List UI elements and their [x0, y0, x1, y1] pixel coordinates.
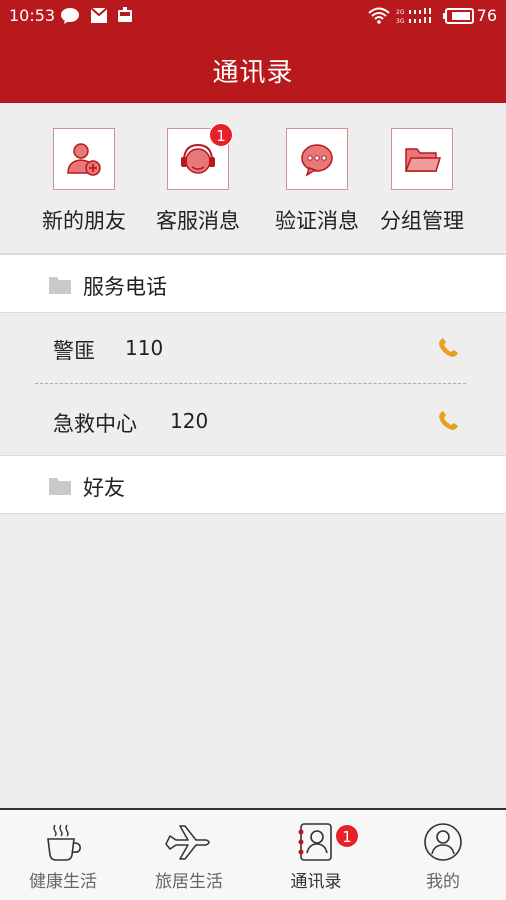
quick-action-group-management[interactable]: 分组管理 [367, 128, 477, 235]
contacts-book-icon [298, 823, 332, 861]
tab-mine[interactable]: 我的 [380, 810, 506, 900]
quick-action-new-friends[interactable]: 新的朋友 [29, 128, 139, 235]
phone-icon[interactable] [436, 409, 460, 433]
tab-label: 我的 [426, 872, 460, 892]
contact-number: 120 [170, 409, 209, 433]
tab-label: 健康生活 [29, 872, 97, 892]
quick-action-label: 验证消息 [275, 209, 359, 233]
group-header-friends[interactable]: 好友 [0, 455, 506, 514]
contact-row[interactable]: 警匪 110 [0, 314, 506, 382]
message-icon [301, 144, 333, 177]
quick-action-box [53, 128, 115, 190]
contact-number: 110 [125, 336, 164, 360]
group-title: 好友 [83, 476, 125, 500]
bottom-tab-bar: 健康生活 旅居生活 1 通讯录 我的 [0, 808, 506, 900]
airplane-icon [165, 825, 210, 860]
group-header-service-phones[interactable]: 服务电话 [0, 254, 506, 313]
battery-icon [443, 8, 474, 24]
tab-label: 通讯录 [290, 872, 342, 892]
divider [35, 383, 466, 384]
quick-action-box [286, 128, 348, 190]
folder-icon [49, 478, 71, 495]
add-user-icon [67, 143, 101, 176]
chat-icon [61, 8, 79, 24]
contact-name: 急救中心 [53, 412, 137, 436]
quick-action-box [391, 128, 453, 190]
tab-travel-life[interactable]: 旅居生活 [126, 810, 252, 900]
wifi-icon [368, 7, 390, 24]
tab-health-life[interactable]: 健康生活 [0, 810, 126, 900]
phone-icon[interactable] [436, 336, 460, 360]
battery-level: 76 [476, 6, 497, 25]
tab-label: 旅居生活 [155, 872, 223, 892]
status-bar: 10:53 2G 3G 76 [0, 0, 506, 32]
user-circle-icon [424, 823, 462, 861]
contact-row[interactable]: 急救中心 120 [0, 387, 506, 455]
page-title: 通讯录 [212, 58, 294, 88]
quick-actions: 新的朋友 1 客服消息 验证消息 分组管理 [0, 103, 506, 254]
quick-action-label: 客服消息 [156, 209, 240, 233]
tab-contacts[interactable]: 1 通讯录 [253, 810, 379, 900]
group-title: 服务电话 [83, 275, 167, 299]
contact-name: 警匪 [53, 339, 95, 363]
coffee-cup-icon [47, 824, 81, 861]
svg-text:3G: 3G [396, 18, 405, 25]
contacts-tab-badge: 1 [335, 824, 359, 848]
signal-icon: 2G 3G [396, 8, 431, 25]
status-time: 10:53 [9, 6, 56, 25]
quick-action-verification[interactable]: 验证消息 [262, 128, 372, 235]
mail-icon [90, 7, 108, 23]
folder-icon [404, 148, 442, 172]
nav-bar: 通讯录 [0, 32, 506, 103]
customer-service-badge: 1 [209, 123, 233, 147]
quick-action-label: 新的朋友 [42, 209, 126, 233]
folder-icon [49, 277, 71, 294]
quick-action-label: 分组管理 [380, 209, 464, 233]
quick-action-box: 1 [167, 123, 233, 190]
train-icon [118, 7, 132, 22]
svg-text:2G: 2G [396, 9, 405, 16]
headset-icon [181, 143, 215, 174]
quick-action-customer-service[interactable]: 1 客服消息 [143, 123, 253, 235]
